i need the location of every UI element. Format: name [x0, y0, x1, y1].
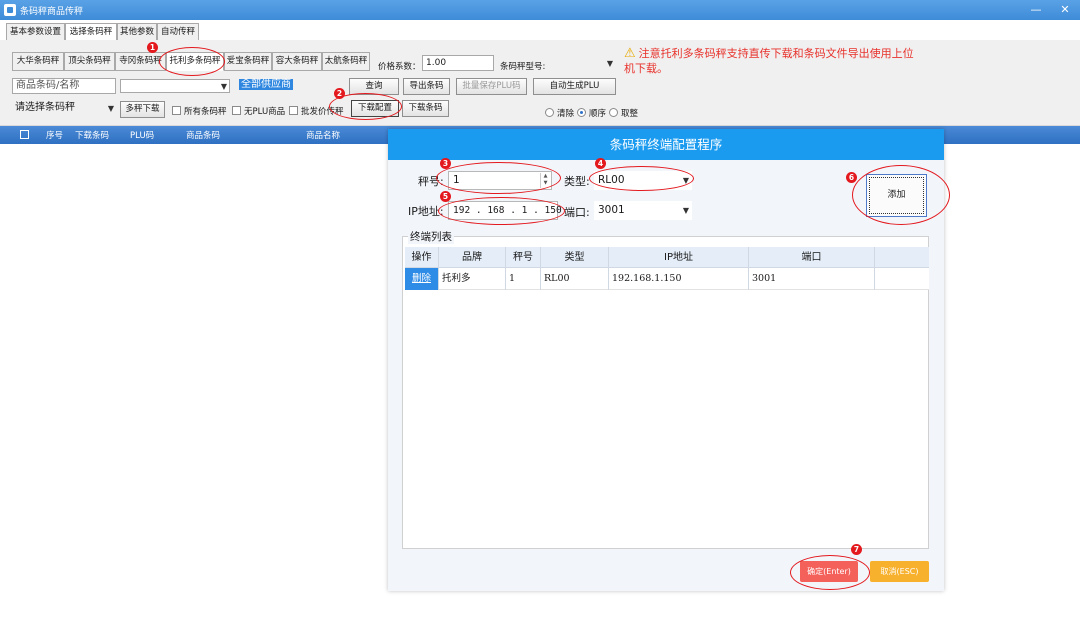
tab-rongda-scale[interactable]: 容大条码秤 [272, 52, 322, 71]
annotation-marker: 7 [851, 544, 862, 555]
port-label: 端口: [564, 206, 590, 219]
price-factor-label: 价格系数： [378, 62, 421, 72]
annotation-ring [436, 162, 561, 194]
chevron-down-icon: ▼ [606, 59, 613, 68]
tab-taihang-scale[interactable]: 太航条码秤 [322, 52, 370, 71]
supplier-select[interactable]: 全部供应商 [236, 78, 328, 94]
order-radio[interactable] [577, 108, 586, 117]
close-button[interactable]: ✕ [1058, 3, 1072, 17]
table-row[interactable]: 删除 托利多 1 RL00 192.168.1.150 3001 [405, 268, 929, 290]
type-label: 类型: [564, 175, 590, 188]
column-header[interactable]: 商品条码 [186, 129, 220, 141]
column-header[interactable]: PLU码 [130, 129, 154, 141]
annotation-marker: 3 [440, 158, 451, 169]
order-label: 顺序 [589, 109, 607, 119]
port-select[interactable]: 3001 ▼ [594, 201, 692, 220]
row-brand: 托利多 [439, 268, 506, 290]
tab-aibao-scale[interactable]: 爱宝条码秤 [224, 52, 272, 71]
category-select[interactable]: ▼ [120, 79, 230, 93]
integer-label: 取整 [621, 109, 639, 119]
title-bar: 条码秤商品传秤 — ✕ [0, 0, 1080, 20]
all-scales-checkbox[interactable] [172, 106, 181, 115]
annotation-marker: 1 [147, 42, 158, 53]
select-all-checkbox[interactable] [20, 130, 29, 139]
column-header[interactable]: 类型 [541, 247, 609, 268]
no-plu-checkbox[interactable] [232, 106, 241, 115]
product-search-input[interactable]: 商品条码/名称 [12, 78, 116, 94]
wholesale-price-checkbox[interactable] [289, 106, 298, 115]
chevron-down-icon: ▼ [107, 104, 114, 113]
tab-aclas-scale[interactable]: 顶尖条码秤 [64, 52, 115, 71]
select-scale-dropdown[interactable]: 请选择条码秤 ▼ [12, 101, 116, 117]
app-icon [4, 4, 16, 16]
annotation-marker: 5 [440, 191, 451, 202]
terminal-list-header: 操作 品牌 秤号 类型 IP地址 端口 [405, 247, 929, 268]
scale-model-label: 条码秤型号: [500, 62, 546, 72]
column-header[interactable]: 下载条码 [75, 129, 109, 141]
price-factor-input[interactable]: 1.00 [422, 55, 494, 71]
terminal-list-group: 操作 品牌 秤号 类型 IP地址 端口 删除 托利多 1 RL00 192.16… [402, 236, 929, 549]
terminal-list-title: 终端列表 [408, 229, 454, 244]
supplier-value: 全部供应商 [239, 79, 293, 90]
row-scale-no: 1 [506, 268, 541, 290]
integer-radio[interactable] [609, 108, 618, 117]
batch-save-plu-button[interactable]: 批量保存PLU码 [456, 78, 527, 95]
cancel-button[interactable]: 取消(ESC) [870, 561, 929, 582]
row-port: 3001 [749, 268, 875, 290]
row-type: RL00 [541, 268, 609, 290]
annotation-ring [790, 555, 870, 590]
column-header[interactable]: 操作 [405, 247, 439, 268]
clear-radio[interactable] [545, 108, 554, 117]
warning-text: 注意托利多条码秤支持直传下载和条码文件导出使用上位机下载。 [624, 47, 914, 75]
window-title: 条码秤商品传秤 [20, 7, 84, 17]
dialog-title: 条码秤终端配置程序 [388, 129, 944, 160]
tab-dahua-scale[interactable]: 大华条码秤 [12, 52, 64, 71]
column-header[interactable]: 商品名称 [306, 129, 340, 141]
multi-download-button[interactable]: 多秤下载 [120, 101, 165, 118]
column-header[interactable]: 序号 [46, 129, 63, 141]
no-plu-label: 无PLU商品 [244, 107, 286, 117]
annotation-marker: 4 [595, 158, 606, 169]
export-barcode-button[interactable]: 导出条码 [403, 78, 450, 95]
select-scale-placeholder: 请选择条码秤 [15, 102, 75, 113]
annotation-ring [589, 166, 694, 191]
annotation-marker: 6 [846, 172, 857, 183]
clear-label: 清除 [557, 109, 575, 119]
all-scales-label: 所有条码秤 [184, 107, 227, 117]
port-value: 3001 [598, 204, 625, 216]
column-header[interactable]: 端口 [749, 247, 875, 268]
column-header[interactable]: IP地址 [609, 247, 749, 268]
annotation-marker: 2 [334, 88, 345, 99]
chevron-down-icon: ▼ [682, 206, 689, 215]
download-barcode-button[interactable]: 下载条码 [402, 100, 449, 117]
column-header[interactable]: 品牌 [439, 247, 506, 268]
warning-message: ⚠ 注意托利多条码秤支持直传下载和条码文件导出使用上位机下载。 [624, 46, 924, 76]
chevron-down-icon: ▼ [220, 82, 227, 91]
annotation-ring [852, 165, 950, 225]
annotation-ring [159, 47, 225, 76]
auto-generate-plu-button[interactable]: 自动生成PLU [533, 78, 616, 95]
scale-model-select[interactable]: ▼ [546, 55, 616, 71]
annotation-ring [438, 197, 565, 225]
row-ip: 192.168.1.150 [609, 268, 749, 290]
warning-icon: ⚠ [624, 46, 636, 61]
delete-link[interactable]: 删除 [405, 268, 439, 290]
minimize-button[interactable]: — [1029, 3, 1043, 17]
column-header[interactable]: 秤号 [506, 247, 541, 268]
